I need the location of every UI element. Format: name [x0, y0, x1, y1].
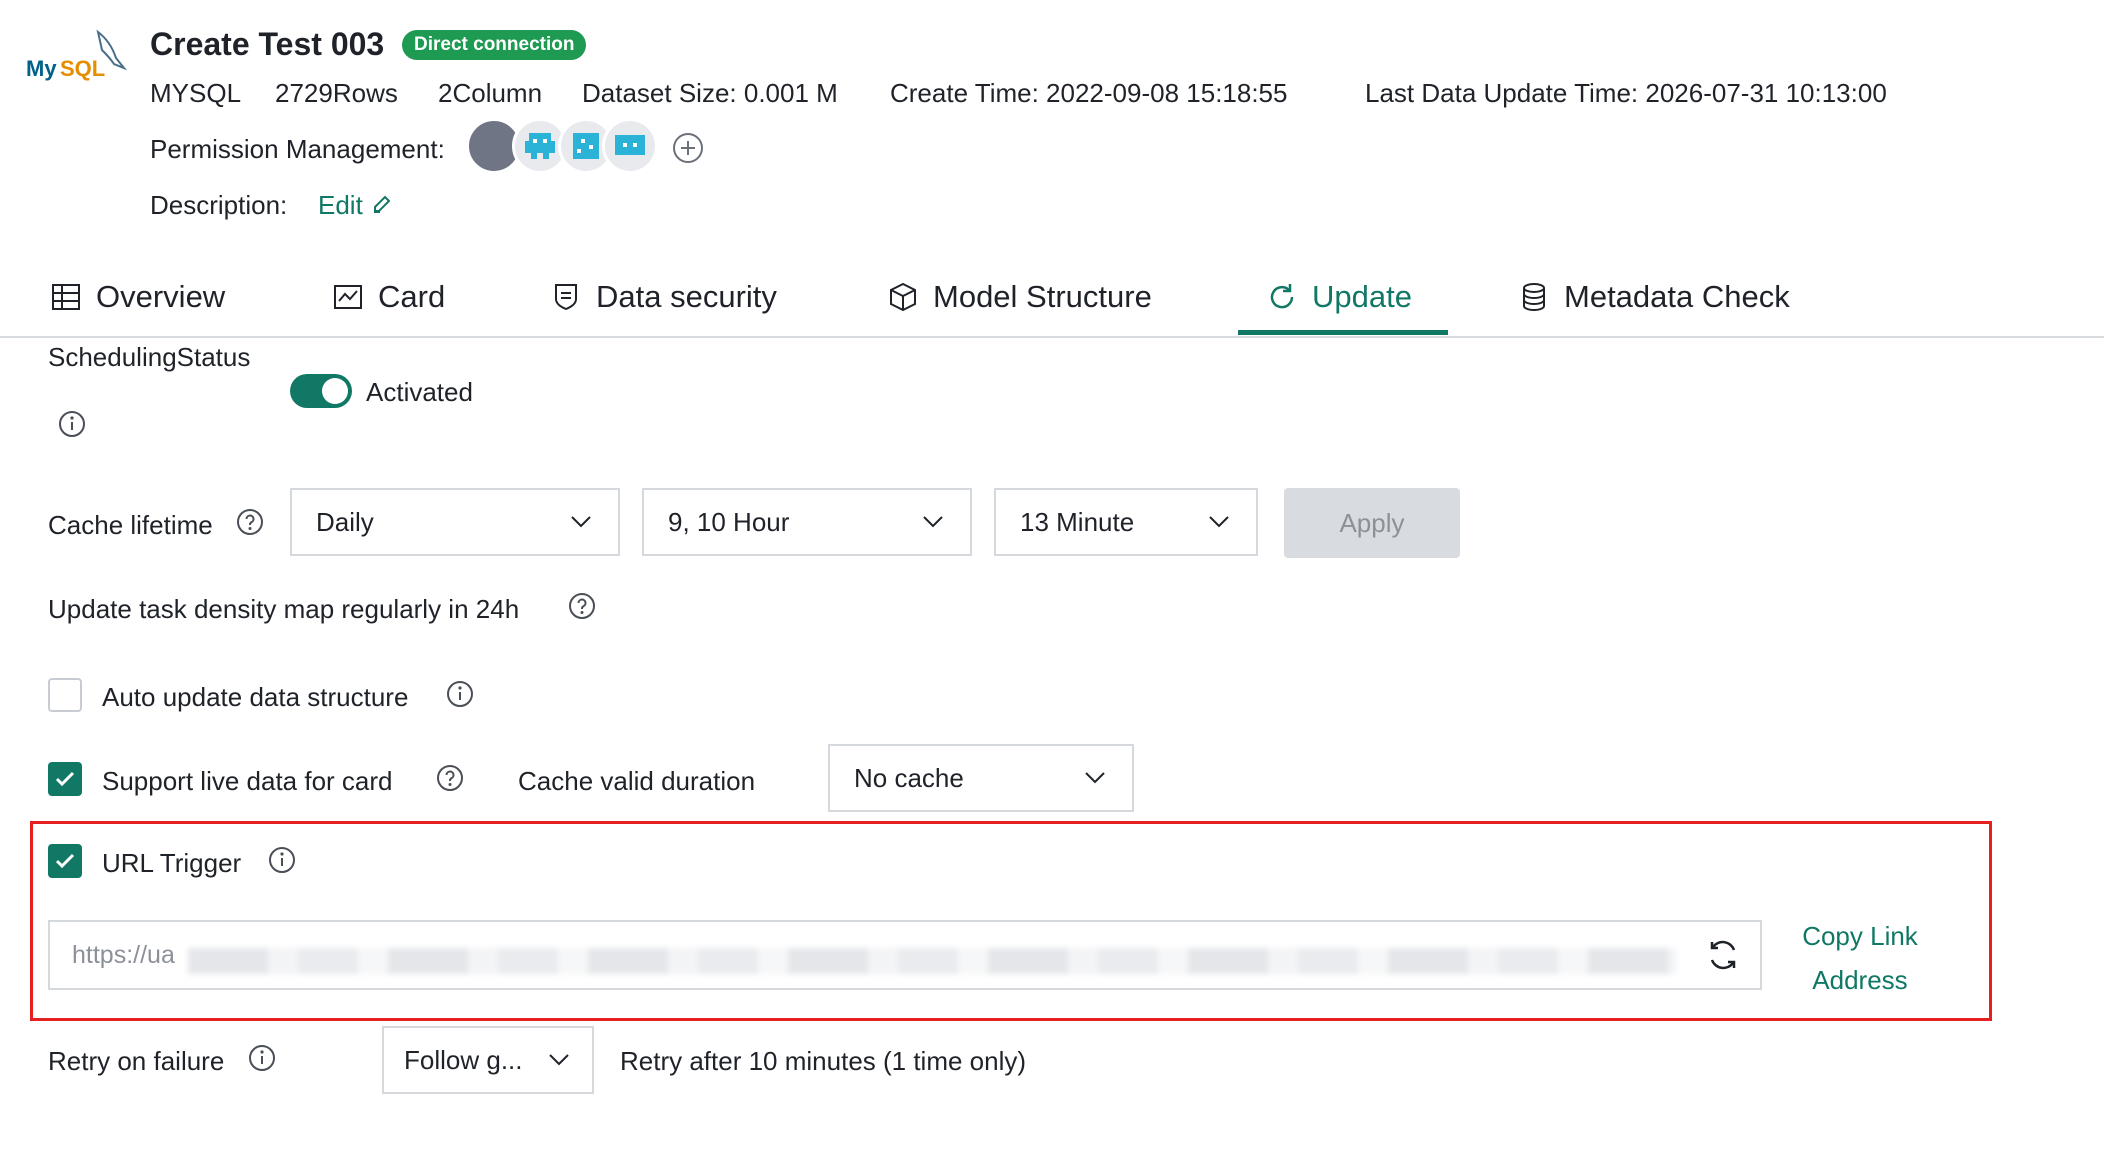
table-icon [52, 284, 80, 310]
hour-select[interactable]: 9, 10 Hour [642, 488, 972, 556]
support-live-label: Support live data for card [102, 766, 393, 796]
chevron-down-icon [549, 1054, 569, 1066]
info-icon[interactable] [446, 680, 474, 708]
db-type: MYSQL [150, 78, 242, 108]
tab-label: Model Structure [933, 279, 1152, 314]
add-permission-icon[interactable] [672, 132, 704, 164]
permission-label: Permission Management: [150, 134, 445, 164]
scheduling-status-label: SchedulingStatus [48, 342, 251, 372]
url-trigger-label: URL Trigger [102, 848, 242, 878]
tab-metadata-check[interactable]: Metadata Check [1518, 258, 1790, 336]
apply-button[interactable]: Apply [1284, 488, 1460, 558]
avatar[interactable] [602, 118, 658, 174]
check-icon [55, 853, 75, 869]
tab-card[interactable]: Card [332, 258, 445, 336]
tab-bar: Overview Card Data security Model Struct… [0, 258, 2104, 338]
edit-icon [374, 195, 391, 213]
url-trigger-checkbox[interactable] [48, 844, 82, 878]
chevron-down-icon [1209, 516, 1229, 528]
chevron-down-icon [1085, 772, 1105, 784]
active-tab-indicator [1238, 330, 1448, 335]
description-label: Description: [150, 190, 288, 220]
tab-label: Card [378, 279, 446, 314]
row-count: 2729Rows [275, 78, 398, 108]
refresh-icon [1270, 284, 1294, 309]
chevron-down-icon [923, 516, 943, 528]
chevron-down-icon [571, 516, 591, 528]
create-time: Create Time: 2022-09-08 15:18:55 [890, 78, 1288, 108]
url-redacted [188, 948, 1676, 974]
auto-update-checkbox[interactable] [48, 678, 82, 712]
tab-overview[interactable]: Overview [50, 258, 225, 336]
dataset-title: Create Test 003 [150, 26, 385, 62]
pixel-avatar-icon [615, 135, 645, 155]
cache-valid-value: No cache [854, 762, 964, 793]
help-icon[interactable] [236, 508, 264, 536]
cache-valid-select[interactable]: No cache [828, 744, 1134, 812]
tab-label: Overview [96, 279, 226, 314]
dataset-size: Dataset Size: 0.001 M [582, 78, 838, 108]
frequency-value: Daily [316, 506, 374, 537]
chart-card-icon [334, 285, 362, 309]
tab-label: Data security [596, 279, 777, 314]
svg-text:My: My [26, 56, 57, 81]
density-map-label: Update task density map regularly in 24h [48, 594, 520, 624]
auto-update-label: Auto update data structure [102, 682, 409, 712]
hour-value: 9, 10 Hour [668, 506, 790, 537]
cache-valid-label: Cache valid duration [518, 766, 756, 796]
info-icon[interactable] [248, 1044, 276, 1072]
tab-label: Update [1312, 279, 1412, 314]
database-icon [1523, 283, 1545, 312]
tab-data-security[interactable]: Data security [550, 258, 777, 336]
frequency-select[interactable]: Daily [290, 488, 620, 556]
copy-link-button[interactable]: Copy Link Address [1800, 914, 1920, 1002]
help-icon[interactable] [436, 764, 464, 792]
retry-select-value: Follow g... [404, 1044, 523, 1075]
description-edit-link[interactable]: Edit [318, 190, 394, 221]
edit-label: Edit [318, 190, 363, 220]
help-icon[interactable] [568, 592, 596, 620]
info-icon[interactable] [58, 410, 86, 438]
toggle-status-text: Activated [366, 377, 473, 407]
cube-icon [890, 282, 916, 312]
retry-note: Retry after 10 minutes (1 time only) [620, 1046, 1027, 1076]
regenerate-url-icon[interactable] [1706, 938, 1740, 972]
tab-update[interactable]: Update [1266, 258, 1412, 336]
url-value: https://ua [72, 941, 175, 969]
retry-label: Retry on failure [48, 1046, 225, 1076]
column-count: 2Column [438, 78, 543, 108]
minute-value: 13 Minute [1020, 506, 1135, 537]
mysql-logo: My SQL [26, 29, 128, 81]
minute-select[interactable]: 13 Minute [994, 488, 1258, 556]
tab-label: Metadata Check [1564, 279, 1790, 314]
shield-icon [555, 284, 577, 311]
cache-lifetime-label: Cache lifetime [48, 510, 213, 540]
connection-badge: Direct connection [402, 30, 587, 60]
retry-select[interactable]: Follow g... [382, 1026, 594, 1094]
info-icon[interactable] [268, 846, 296, 874]
toggle-knob [322, 378, 348, 404]
support-live-checkbox[interactable] [48, 762, 82, 796]
last-update-time: Last Data Update Time: 2026-07-31 10:13:… [1365, 78, 1887, 108]
check-icon [55, 771, 75, 787]
tab-model-structure[interactable]: Model Structure [887, 258, 1152, 336]
svg-text:SQL: SQL [60, 56, 105, 81]
